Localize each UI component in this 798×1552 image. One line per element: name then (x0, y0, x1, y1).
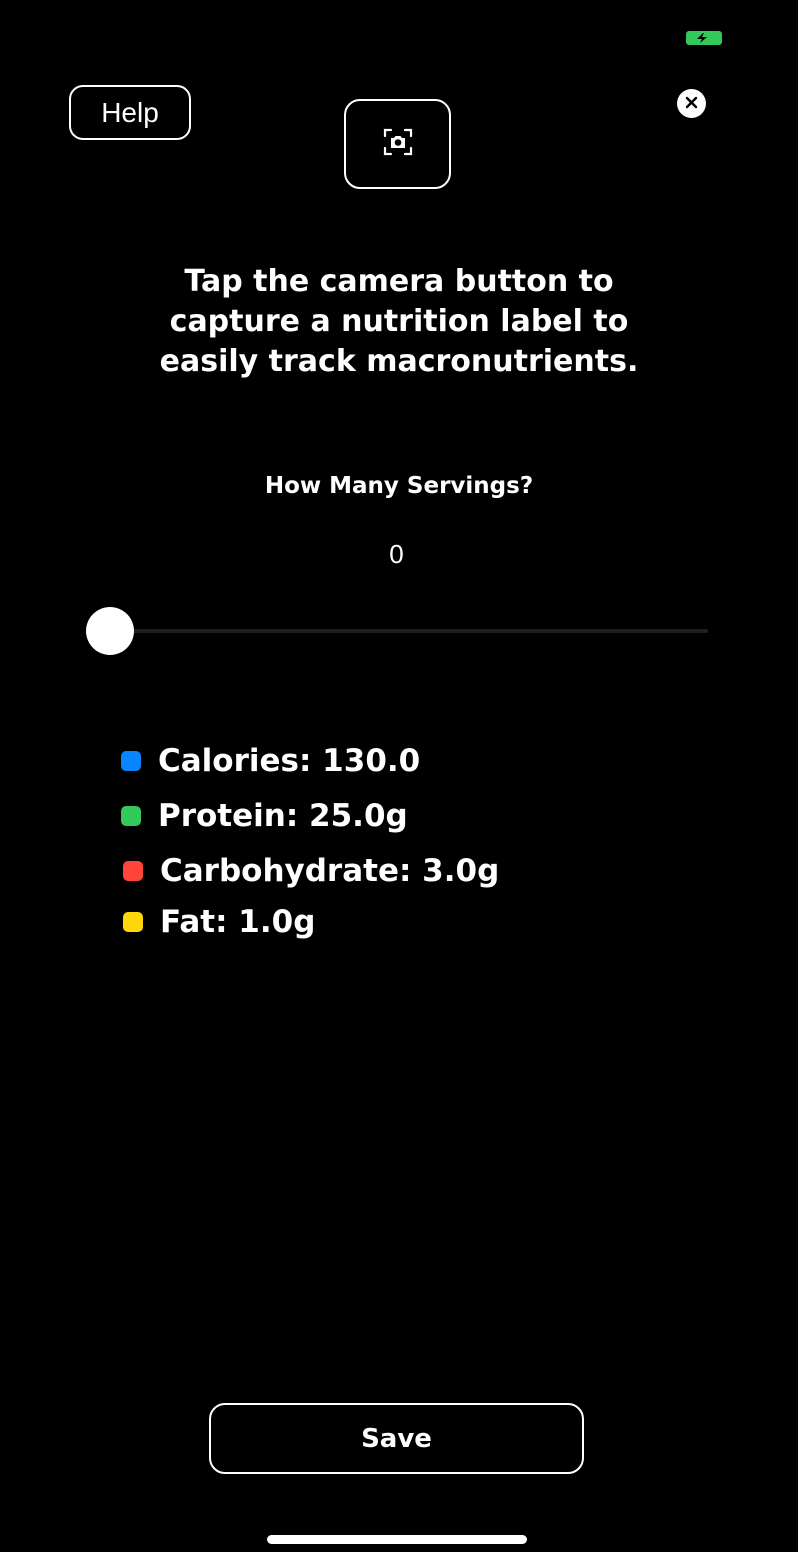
macro-protein: Protein: 25.0g (121, 788, 721, 843)
servings-slider[interactable] (86, 607, 708, 655)
close-icon (685, 94, 698, 113)
slider-thumb[interactable] (86, 607, 134, 655)
fat-label: Fat: 1.0g (160, 903, 316, 940)
protein-legend-swatch (121, 805, 141, 826)
macros-list: Calories: 130.0 Protein: 25.0g Carbohydr… (121, 733, 721, 945)
calories-legend-swatch (121, 750, 141, 771)
camera-viewfinder-icon (383, 127, 413, 161)
fat-legend-swatch (123, 911, 143, 932)
carbohydrate-label: Carbohydrate: 3.0g (160, 852, 500, 889)
carbohydrate-legend-swatch (123, 860, 143, 881)
help-button[interactable]: Help (69, 85, 191, 140)
slider-track[interactable] (110, 629, 708, 633)
battery-charging-icon (686, 30, 722, 46)
macro-fat: Fat: 1.0g (123, 898, 721, 945)
save-button[interactable]: Save (209, 1403, 584, 1474)
servings-label: How Many Servings? (264, 473, 534, 499)
macro-calories: Calories: 130.0 (121, 733, 721, 788)
servings-value: 0 (389, 539, 404, 569)
home-indicator[interactable] (267, 1535, 527, 1544)
close-button[interactable] (677, 89, 706, 118)
macro-carbohydrate: Carbohydrate: 3.0g (123, 843, 721, 898)
protein-label: Protein: 25.0g (158, 797, 408, 834)
calories-label: Calories: 130.0 (158, 742, 421, 779)
instructions-text: Tap the camera button to capture a nutri… (159, 264, 639, 379)
camera-button[interactable] (344, 99, 451, 189)
